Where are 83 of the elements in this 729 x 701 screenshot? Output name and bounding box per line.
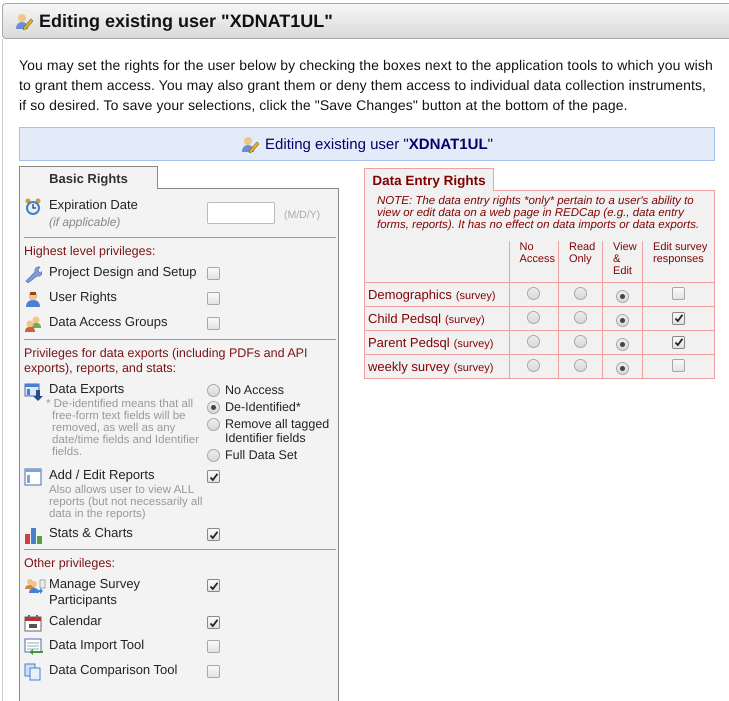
checkbox[interactable] bbox=[672, 358, 685, 372]
survey-tag: (survey) bbox=[456, 290, 496, 302]
radio-button[interactable] bbox=[616, 362, 629, 374]
radio-button[interactable] bbox=[616, 338, 629, 350]
checkbox[interactable] bbox=[672, 336, 685, 348]
privilege-label: Calendar bbox=[49, 613, 102, 628]
note-text: Also allows user to view ALL reports (but not necessarily all data in the reports) bbox=[49, 484, 204, 520]
radio-button[interactable] bbox=[616, 290, 629, 302]
column-header: View & Edit bbox=[613, 241, 637, 277]
section-heading: Highest level privileges: bbox=[24, 244, 156, 259]
checkbox[interactable] bbox=[207, 640, 220, 653]
section-heading: Other privileges: bbox=[24, 556, 116, 571]
checkbox[interactable] bbox=[207, 267, 220, 280]
privilege-label: Data Exports bbox=[49, 381, 124, 396]
alarm-clock-icon bbox=[24, 198, 42, 216]
checkbox[interactable] bbox=[207, 470, 220, 483]
panel-tab[interactable]: Data Entry Rights bbox=[364, 168, 494, 191]
radio-button[interactable] bbox=[207, 418, 220, 431]
column-header: Edit survey responses bbox=[653, 241, 708, 265]
user-icon bbox=[24, 290, 42, 308]
radio-button[interactable] bbox=[207, 449, 220, 462]
people-form-icon bbox=[24, 577, 46, 595]
people-icon bbox=[24, 315, 42, 333]
field-label: Expiration Date bbox=[49, 197, 138, 212]
option-label: De-Identified* bbox=[225, 400, 301, 414]
privilege-label: Add / Edit Reports bbox=[49, 467, 154, 482]
privilege-label: Manage Survey Participants bbox=[49, 576, 140, 607]
radio-button[interactable] bbox=[574, 358, 587, 372]
radio-button[interactable] bbox=[527, 286, 540, 300]
privilege-label: User Rights bbox=[49, 289, 117, 304]
form-name: Demographics bbox=[368, 287, 452, 302]
table-arrow-icon bbox=[24, 638, 44, 656]
radio-button[interactable] bbox=[616, 314, 629, 326]
section-heading: Privileges for data exports (including PDFs and API exports), reports, and stats: bbox=[24, 346, 308, 376]
checkbox[interactable] bbox=[207, 292, 220, 305]
user-pencil-icon bbox=[241, 135, 260, 153]
radio-button[interactable] bbox=[527, 334, 540, 348]
checkbox[interactable] bbox=[672, 312, 685, 324]
survey-tag: (survey) bbox=[454, 362, 494, 374]
panel-tab[interactable]: Basic Rights bbox=[19, 166, 158, 189]
format-hint: (M/D/Y) bbox=[284, 208, 320, 223]
hint-text: (if applicable) bbox=[49, 214, 122, 230]
wrench-icon bbox=[24, 265, 42, 283]
report-window-icon bbox=[24, 468, 42, 486]
date-field[interactable] bbox=[207, 202, 275, 224]
bar-chart-icon bbox=[24, 526, 44, 544]
checkbox[interactable] bbox=[207, 317, 220, 330]
banner-text: Editing existing user "XDNAT1UL" bbox=[265, 136, 493, 152]
checkbox[interactable] bbox=[207, 579, 220, 592]
option-label: Remove all tagged Identifier fields bbox=[225, 417, 330, 445]
checkbox[interactable] bbox=[207, 528, 220, 541]
calendar-icon bbox=[24, 614, 42, 632]
radio-button[interactable] bbox=[574, 334, 587, 348]
survey-tag: (survey) bbox=[445, 314, 485, 326]
note-text: * De-identified means that all free-form text fields will be removed, as well as any date/time fields and Identifier fields. bbox=[45, 398, 200, 458]
radio-button[interactable] bbox=[527, 358, 540, 372]
option-label: No Access bbox=[225, 383, 284, 397]
intro-text: You may set the rights for the user below by checking the boxes next to the application tools to which you wish to grant them access. You may also grant them or deny them access to individual data collection instruments, if so desired. To save your selections, click the "Save Changes" button at the bottom of the page. bbox=[19, 56, 714, 115]
radio-button[interactable] bbox=[207, 384, 220, 397]
privilege-label: Stats & Charts bbox=[49, 525, 133, 540]
window-title: Editing existing user "XDNAT1UL" bbox=[39, 10, 333, 32]
user-pencil-icon bbox=[15, 12, 33, 30]
note-text: NOTE: The data entry rights *only* pertain to a user's ability to view or edit data on a web page in REDCap (e.g., data entry forms, reports). It has no effect on data imports or data exports. bbox=[376, 194, 700, 233]
privilege-label: Data Comparison Tool bbox=[49, 662, 178, 677]
privilege-label: Data Access Groups bbox=[49, 314, 168, 329]
export-icon bbox=[24, 382, 44, 402]
radio-button[interactable] bbox=[207, 401, 220, 414]
form-name: Parent Pedsql bbox=[368, 335, 450, 350]
option-label: Full Data Set bbox=[225, 448, 298, 462]
checkbox[interactable] bbox=[207, 665, 220, 678]
checkbox[interactable] bbox=[672, 286, 685, 300]
documents-icon bbox=[24, 663, 42, 681]
column-header: No Access bbox=[520, 241, 556, 265]
radio-button[interactable] bbox=[574, 286, 587, 300]
checkbox[interactable] bbox=[207, 616, 220, 629]
form-name: weekly survey bbox=[368, 359, 450, 374]
form-name: Child Pedsql bbox=[368, 311, 441, 326]
radio-button[interactable] bbox=[574, 310, 587, 324]
privilege-label: Data Import Tool bbox=[49, 637, 144, 652]
radio-button[interactable] bbox=[527, 310, 540, 324]
privilege-label: Project Design and Setup bbox=[49, 264, 196, 279]
column-header: Read Only bbox=[569, 241, 596, 265]
survey-tag: (survey) bbox=[454, 338, 494, 350]
